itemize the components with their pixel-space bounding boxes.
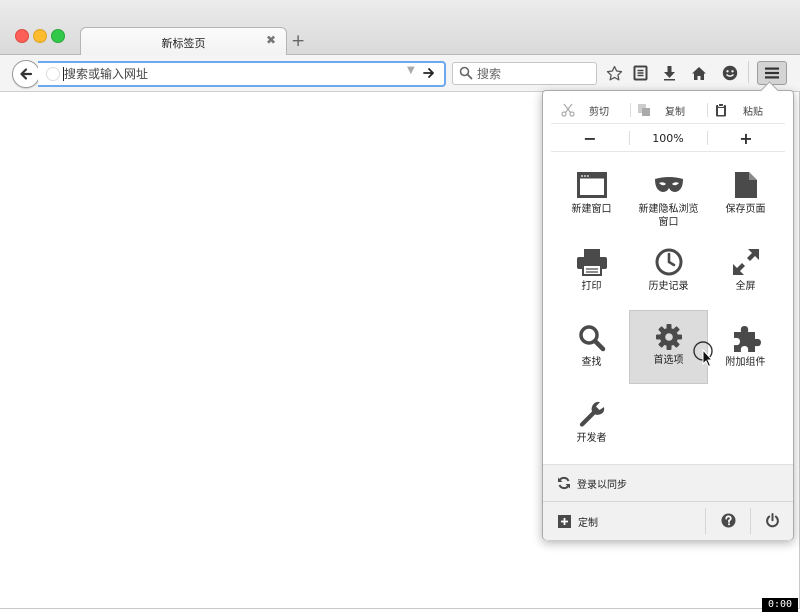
clock-icon (655, 248, 682, 276)
search-bar[interactable] (452, 62, 597, 85)
developer-label: 开发者 (576, 433, 607, 444)
title-bar: 新标签页 ✖ + (0, 0, 800, 56)
edit-separator (630, 103, 631, 117)
sign-in-sync-button[interactable]: 登录以同步 (543, 464, 793, 501)
identity-icon[interactable] (46, 67, 60, 81)
new-private-window-label: 新建隐私浏览 窗口 (638, 204, 699, 228)
print-button[interactable]: 打印 (553, 240, 630, 312)
developer-button[interactable]: 开发者 (553, 392, 630, 464)
copy-label: 复制 (665, 106, 685, 118)
clipboard-icon (716, 103, 726, 117)
menu-panel: 剪切 复制 粘贴 − 100% + 新建窗口 新建隐私浏览 窗口 保存页面 打印… (542, 81, 794, 540)
addons-label: 附加组件 (725, 357, 766, 368)
url-dropdown-icon[interactable]: ▼ (407, 65, 415, 76)
page-icon (734, 172, 757, 198)
new-private-window-button[interactable]: 新建隐私浏览 窗口 (630, 163, 707, 235)
url-input[interactable] (64, 63, 394, 85)
fullscreen-button[interactable]: 全屏 (707, 240, 784, 312)
fullscreen-icon (732, 249, 759, 275)
help-button[interactable] (706, 502, 750, 540)
zoom-in-button[interactable]: + (707, 125, 785, 151)
open-menu-button[interactable] (757, 61, 787, 85)
cut-label: 剪切 (589, 106, 609, 118)
downloads-button[interactable] (659, 63, 679, 83)
new-tab-button[interactable]: + (291, 31, 305, 51)
sync-label: 登录以同步 (577, 480, 627, 491)
puzzle-icon (733, 326, 761, 352)
quit-button[interactable] (751, 502, 793, 540)
social-button[interactable] (720, 63, 740, 83)
hamburger-menu-icon (765, 67, 779, 79)
wrench-icon (579, 401, 604, 427)
zoom-window-button[interactable] (51, 29, 65, 43)
save-page-label: 保存页面 (725, 204, 766, 215)
edit-separator (707, 103, 708, 117)
gear-icon (655, 324, 682, 350)
home-icon (692, 66, 706, 80)
copy-button[interactable]: 复制 (637, 97, 685, 123)
panel-footer: 定制 (543, 501, 793, 540)
print-label: 打印 (581, 281, 602, 292)
sync-icon (558, 476, 570, 490)
tab-close-icon[interactable]: ✖ (266, 33, 276, 47)
edit-controls: 剪切 复制 粘贴 (551, 97, 785, 124)
search-input[interactable] (477, 63, 587, 84)
new-window-label: 新建窗口 (571, 204, 612, 215)
search-icon (459, 66, 473, 80)
zoom-reset-button[interactable]: 100% (629, 125, 707, 151)
history-label: 历史记录 (648, 281, 689, 292)
scissors-icon (561, 103, 575, 117)
bookmarks-menu-button[interactable] (630, 63, 650, 83)
back-arrow-icon (20, 68, 33, 80)
toolbar-separator (748, 61, 749, 83)
window-icon (576, 172, 607, 198)
save-page-button[interactable]: 保存页面 (707, 163, 784, 235)
minimize-window-button[interactable] (33, 29, 47, 43)
tab-new-tab[interactable]: 新标签页 ✖ (80, 27, 287, 56)
printer-icon (576, 249, 607, 276)
find-button[interactable]: 查找 (553, 316, 630, 388)
text-caret (63, 67, 64, 81)
mouse-cursor-icon (693, 341, 714, 368)
smiley-icon (722, 65, 738, 81)
addons-button[interactable]: 附加组件 (707, 316, 784, 388)
history-button[interactable]: 历史记录 (630, 240, 707, 312)
close-window-button[interactable] (15, 29, 29, 43)
home-button[interactable] (689, 63, 709, 83)
search-icon (578, 325, 605, 352)
customize-label: 定制 (578, 518, 598, 529)
customize-button[interactable]: 定制 (543, 502, 703, 540)
zoom-controls: − 100% + (551, 125, 785, 152)
paste-button[interactable]: 粘贴 (715, 97, 763, 123)
new-window-button[interactable]: 新建窗口 (553, 163, 630, 235)
plus-square-icon (558, 515, 571, 528)
go-arrow-icon[interactable] (422, 66, 436, 80)
help-icon (721, 513, 736, 528)
back-button[interactable] (12, 60, 40, 88)
fullscreen-label: 全屏 (735, 281, 756, 292)
paste-label: 粘贴 (743, 106, 763, 118)
bookmarks-list-icon (633, 65, 647, 81)
power-icon (766, 513, 779, 528)
copy-icon (638, 104, 650, 116)
star-icon (606, 65, 622, 81)
mask-icon (654, 177, 683, 192)
recording-timer: 0:00 (762, 598, 798, 612)
cut-button[interactable]: 剪切 (561, 97, 609, 123)
bookmark-star-button[interactable] (604, 63, 624, 83)
download-arrow-icon (663, 66, 675, 81)
nav-toolbar: ▼ (0, 55, 800, 92)
url-bar[interactable]: ▼ (38, 61, 446, 87)
find-label: 查找 (581, 357, 602, 368)
tab-title: 新标签页 (161, 37, 206, 50)
zoom-out-button[interactable]: − (551, 125, 629, 151)
